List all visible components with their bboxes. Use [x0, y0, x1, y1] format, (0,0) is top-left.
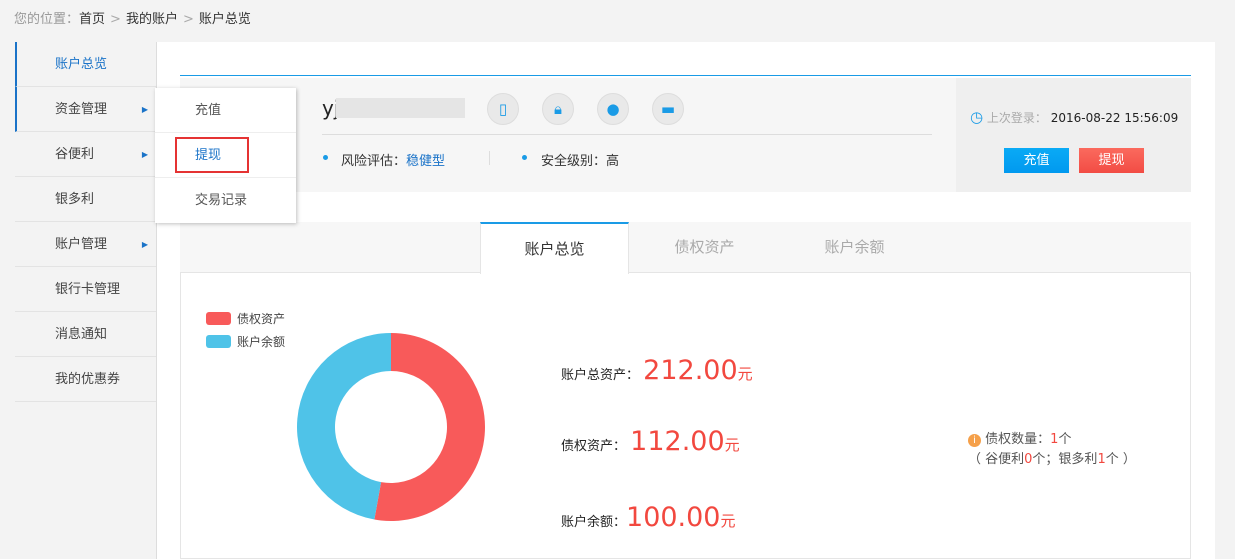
sidebar-item-messages[interactable]: 消息通知 [15, 312, 156, 357]
menu-item-recharge[interactable]: 充值 [155, 88, 296, 133]
caret-right-icon: ▶ [141, 105, 148, 114]
info-icon: i [968, 434, 981, 447]
crumb-home[interactable]: 首页 [79, 12, 105, 27]
sidebar-item-coupons[interactable]: 我的优惠券 [15, 357, 156, 402]
security-level: 安全级别：高 [541, 154, 620, 169]
divider [180, 75, 1191, 76]
highlight-box [175, 137, 249, 173]
bullet-icon [522, 155, 527, 160]
caret-right-icon: ▶ [141, 240, 148, 249]
last-login: ◷ 上次登录： 2016-08-22 15:56:09 [970, 108, 1179, 126]
legend-balance: 账户余额 [206, 333, 285, 350]
donut-slice-2 [297, 333, 391, 520]
separator [489, 151, 490, 165]
sidebar-item-overview[interactable]: 账户总览 [15, 42, 156, 87]
lock-icon[interactable]: 🔒︎ [542, 93, 574, 125]
menu-item-transactions[interactable]: 交易记录 [155, 178, 296, 223]
withdraw-button[interactable]: 提现 [1079, 148, 1144, 173]
phone-icon[interactable]: ▯ [487, 93, 519, 125]
tab-overview[interactable]: 账户总览 [480, 222, 629, 274]
bullet-icon [323, 155, 328, 160]
debt-count-note: i 债权数量：1个 （ 谷便利0个；银多利1个 ） [968, 432, 1136, 467]
user-icon[interactable]: ● [597, 93, 629, 125]
username-mask [336, 98, 465, 118]
sidebar-item-bank-cards[interactable]: 银行卡管理 [15, 267, 156, 312]
sidebar-item-yinduoli[interactable]: 银多利 [15, 177, 156, 222]
crumb-current: 账户总览 [198, 12, 251, 27]
sidebar-item-gubianli[interactable]: 谷便利 ▶ [15, 132, 156, 177]
sidebar-item-funds[interactable]: 资金管理 ▶ [15, 87, 156, 132]
funds-dropdown-menu: 充值 提现 交易记录 [155, 88, 296, 223]
donut-chart [297, 333, 486, 521]
legend-debt: 债权资产 [206, 310, 285, 327]
sidebar: 账户总览 资金管理 ▶ 谷便利 ▶ 银多利 账户管理 ▶ 银行卡管理 消息通知 我的优… [15, 42, 157, 559]
caret-right-icon: ▶ [141, 150, 148, 159]
breadcrumb: 您的位置：首页 > 我的账户 > 账户总览 [14, 12, 251, 27]
risk-assessment: 风险评估：稳健型 [341, 154, 446, 169]
clock-icon: ◷ [970, 108, 984, 126]
login-panel [956, 78, 1191, 192]
risk-value-link[interactable]: 稳健型 [406, 154, 445, 169]
tab-balance[interactable]: 账户余额 [780, 222, 929, 273]
account-balance: 账户余额：100.00元 [561, 502, 736, 533]
divider [322, 134, 932, 135]
user-info-panel [180, 78, 956, 192]
tab-debt-assets[interactable]: 债权资产 [630, 222, 779, 273]
debt-assets: 债权资产： 112.00元 [561, 426, 740, 457]
recharge-button[interactable]: 充值 [1004, 148, 1069, 173]
crumb-my-account[interactable]: 我的账户 [126, 12, 178, 27]
total-assets: 账户总资产： 212.00元 [561, 355, 753, 386]
card-icon[interactable]: ▬ [652, 93, 684, 125]
sidebar-item-account-mgmt[interactable]: 账户管理 ▶ [15, 222, 156, 267]
menu-item-withdraw[interactable]: 提现 [155, 133, 296, 178]
